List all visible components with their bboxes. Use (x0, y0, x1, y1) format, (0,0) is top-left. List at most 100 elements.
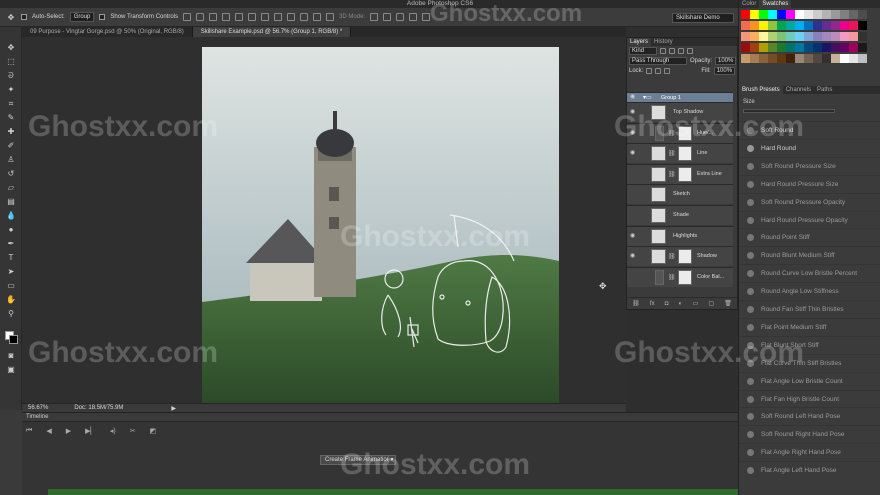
tab-channels[interactable]: Channels (783, 86, 814, 94)
color-swatch[interactable] (822, 32, 831, 41)
color-swatch[interactable] (813, 21, 822, 30)
quick-mask-icon[interactable]: ◙ (6, 351, 16, 360)
color-swatch[interactable] (777, 32, 786, 41)
color-swatch[interactable] (804, 32, 813, 41)
color-swatch[interactable] (786, 21, 795, 30)
layer-row[interactable]: ◉ ⛓ Line (627, 143, 733, 164)
audio-icon[interactable]: ◂) (110, 427, 116, 435)
add-mask-icon[interactable]: ◘ (665, 301, 669, 307)
color-swatch[interactable] (813, 10, 822, 19)
new-layer-icon[interactable]: ▢ (708, 300, 714, 307)
color-swatch[interactable] (849, 32, 858, 41)
layer-row[interactable]: ⛓ Extra Line (627, 163, 733, 184)
adjustment-layer-icon[interactable]: ◐ (679, 301, 683, 307)
trash-icon[interactable]: 🗑 (724, 300, 732, 307)
color-swatch[interactable] (777, 21, 786, 30)
chevron-down-icon[interactable]: ▼ (388, 455, 396, 465)
color-swatch[interactable] (768, 10, 777, 19)
brush-preset-item[interactable]: Soft Round Pressure Size (739, 156, 880, 175)
color-swatch[interactable] (795, 32, 804, 41)
visibility-eye-icon[interactable]: ◉ (630, 130, 637, 137)
layer-row[interactable]: ◉ ⛓ Hue/... (627, 122, 733, 143)
filter-shape-icon[interactable] (687, 48, 693, 54)
auto-select-dropdown[interactable]: Group (69, 12, 95, 22)
brush-preset-item[interactable]: Hard Round (739, 138, 880, 157)
color-swatch[interactable] (768, 54, 777, 63)
color-swatch[interactable] (759, 21, 768, 30)
color-swatch[interactable] (840, 32, 849, 41)
distribute-center-icon[interactable] (313, 13, 322, 21)
visibility-eye-icon[interactable] (630, 171, 637, 178)
link-icon[interactable]: ⛓ (668, 253, 676, 260)
eyedropper-icon[interactable]: ✎ (6, 113, 16, 122)
eraser-icon[interactable]: ▱ (6, 183, 16, 192)
color-swatch[interactable] (813, 43, 822, 52)
brush-preset-item[interactable]: Flat Angle Left Hand Pose (739, 461, 880, 479)
visibility-eye-icon[interactable]: ◉ (630, 94, 637, 101)
color-swatch[interactable] (759, 43, 768, 52)
color-swatch[interactable] (741, 10, 750, 19)
align-middle-icon[interactable] (196, 13, 205, 21)
distribute-bottom-icon[interactable] (287, 13, 296, 21)
color-swatch[interactable] (831, 10, 840, 19)
brush-preset-item[interactable]: Flat Fan High Bristle Count (739, 389, 880, 408)
brush-preset-item[interactable]: Round Blunt Medium Stiff (739, 246, 880, 264)
color-swatch[interactable] (831, 21, 840, 30)
auto-select-checkbox[interactable] (21, 14, 27, 20)
color-swatch[interactable] (804, 54, 813, 63)
first-frame-icon[interactable]: ⏮ (26, 427, 32, 435)
type-icon[interactable]: T (6, 253, 16, 262)
color-swatch[interactable] (741, 54, 750, 63)
color-swatch[interactable] (768, 32, 777, 41)
brush-preset-item[interactable]: Flat Angle Low Bristle Count (739, 371, 880, 390)
brush-preset-item[interactable]: Hard Round Pressure Opacity (739, 210, 880, 229)
color-swatch[interactable] (795, 54, 804, 63)
color-swatch[interactable] (777, 10, 786, 19)
color-swatch[interactable] (768, 43, 777, 52)
color-swatch[interactable] (750, 43, 759, 52)
crop-icon[interactable]: ⌗ (6, 99, 16, 108)
brush-preset-item[interactable]: Flat Curve Thin Stiff Bristles (739, 353, 880, 372)
color-swatch[interactable] (849, 10, 858, 19)
color-swatch[interactable] (849, 54, 858, 63)
tab-swatches[interactable]: Swatches (759, 0, 792, 8)
tab-paths[interactable]: Paths (814, 86, 835, 94)
visibility-eye-icon[interactable] (630, 274, 637, 281)
visibility-eye-icon[interactable] (630, 191, 637, 198)
layer-row[interactable]: ◉ Top Shadow (627, 102, 733, 122)
color-swatch[interactable] (858, 43, 867, 52)
color-swatch[interactable] (759, 10, 768, 19)
color-swatch[interactable] (804, 21, 813, 30)
color-swatch[interactable] (750, 21, 759, 30)
shape-icon[interactable]: ▭ (6, 281, 16, 290)
visibility-eye-icon[interactable]: ◉ (630, 233, 637, 240)
brush-preset-item[interactable]: Round Angle Low Stiffness (739, 282, 880, 300)
play-icon[interactable]: ▶ (66, 427, 71, 435)
color-swatch[interactable] (795, 21, 804, 30)
color-swatch[interactable] (858, 10, 867, 19)
color-swatch[interactable] (759, 54, 768, 63)
visibility-eye-icon[interactable] (630, 212, 637, 219)
color-swatch[interactable] (831, 43, 840, 52)
color-swatch[interactable] (741, 43, 750, 52)
fill-input[interactable]: 100% (713, 67, 736, 75)
color-swatch[interactable] (849, 21, 858, 30)
color-swatch[interactable] (822, 43, 831, 52)
color-swatch[interactable] (750, 54, 759, 63)
align-left-icon[interactable] (222, 13, 231, 21)
opacity-input[interactable]: 100% (715, 57, 737, 65)
color-swatch[interactable] (777, 54, 786, 63)
new-group-icon[interactable]: ▭ (692, 300, 698, 307)
color-swatch[interactable] (822, 21, 831, 30)
lock-all-icon[interactable] (664, 68, 671, 74)
path-selection-icon[interactable]: ➤ (6, 267, 16, 276)
tab-skillshare-example[interactable]: Skillshare Example.psd @ 56.7% (Group 1,… (192, 27, 352, 37)
color-swatch[interactable] (786, 10, 795, 19)
next-frame-icon[interactable]: ▶▏ (85, 427, 96, 435)
color-swatch[interactable] (786, 43, 795, 52)
tab-history[interactable]: History (651, 38, 676, 46)
color-swatch[interactable] (750, 32, 759, 41)
visibility-eye-icon[interactable]: ◉ (630, 109, 637, 116)
healing-icon[interactable]: ✚ (6, 127, 16, 136)
distribute-top-icon[interactable] (261, 13, 270, 21)
